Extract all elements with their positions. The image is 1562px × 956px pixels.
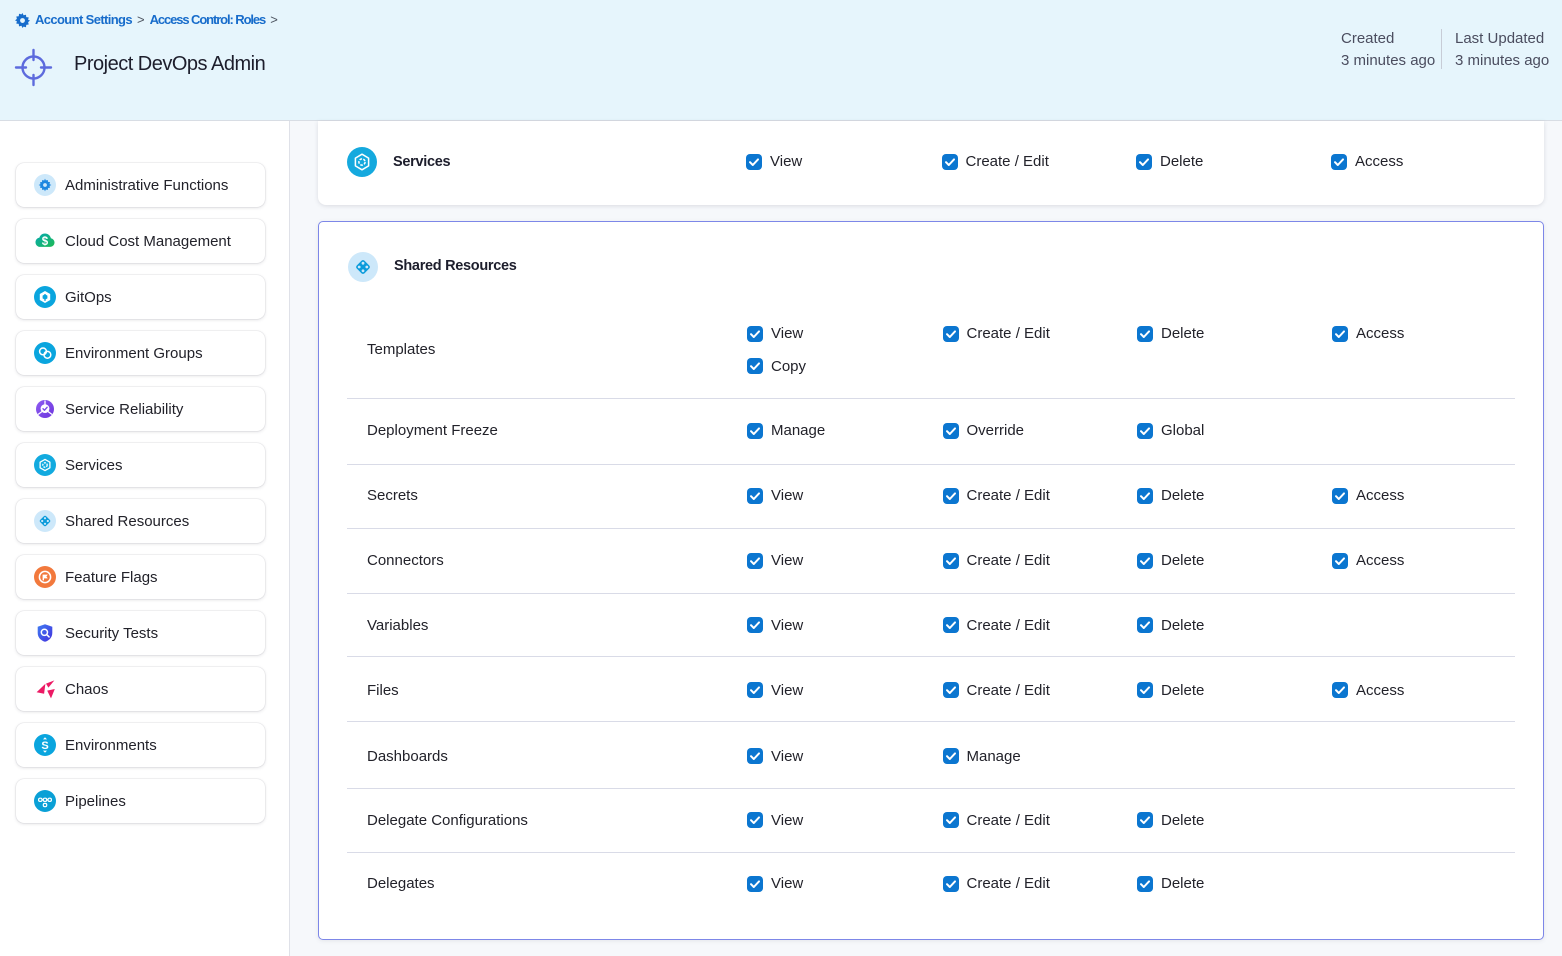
svg-text:S: S: [41, 740, 48, 752]
svg-text:$: $: [42, 236, 49, 248]
